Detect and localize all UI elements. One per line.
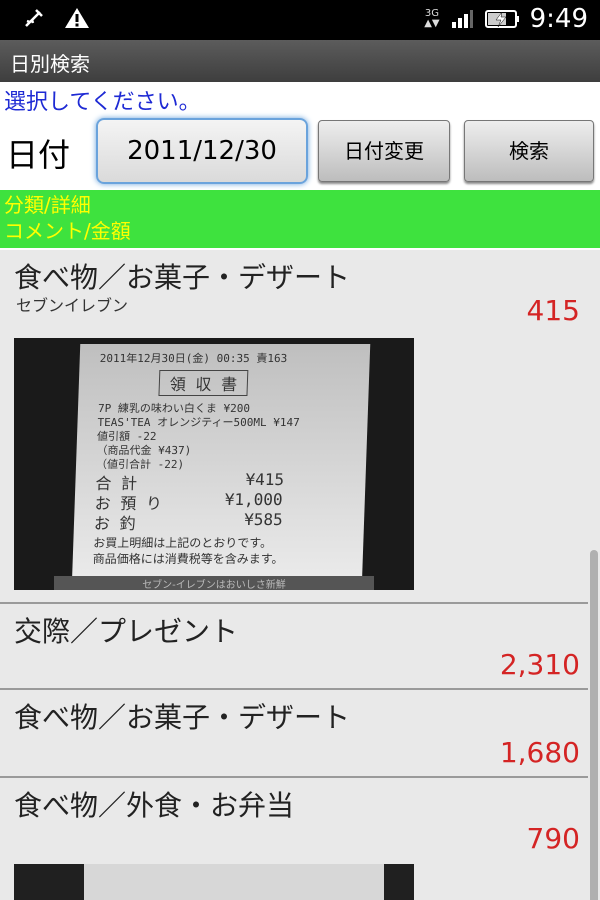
date-field[interactable]: 2011/12/30 [96,118,308,184]
list-scrollbar[interactable] [590,550,598,900]
network-3g-icon: 3G ▲▼ [424,8,440,29]
receipt-paid: ¥1,000 [224,490,283,509]
app-title: 日別検索 [10,52,90,76]
receipt-note: お買上明細は上記のとおりです。 [93,536,273,550]
list-item[interactable]: 交際／プレゼント 2,310 [0,604,588,690]
receipt-footer: セブン-イレブンはおいしさ新鮮 [54,576,374,590]
receipt-heading: 領 収 書 [158,370,249,396]
clock: 9:49 [529,4,588,34]
list-item[interactable]: 食べ物／お菓子・デザート 1,680 [0,690,588,778]
item-amount: 2,310 [499,648,580,681]
header-line-comment: コメント/金額 [4,219,131,243]
item-category: 食べ物／お菓子・デザート [14,261,351,294]
prompt-text: 選択してください。 [0,82,600,115]
receipt-total: ¥415 [245,470,285,489]
search-button[interactable]: 検索 [464,120,594,182]
signal-icon [451,10,473,28]
battery-charging-icon [484,10,519,28]
app-title-bar: 日別検索 [0,40,600,82]
item-category: 食べ物／外食・お弁当 [14,789,295,822]
receipt-note: 商品価格には消費税等を含みます。 [92,552,284,566]
entry-list[interactable]: 食べ物／お菓子・デザート セブンイレブン 415 2011年12月30日(金) … [0,250,600,900]
receipt-paper [84,864,384,900]
date-label: 日付 [6,136,71,174]
item-category: 交際／プレゼント [14,615,239,648]
item-amount: 415 [526,294,580,327]
receipt-photo[interactable] [14,864,414,900]
status-bar: 3G ▲▼ 9:49 [0,0,600,40]
change-date-button[interactable]: 日付変更 [318,120,450,182]
item-comment: セブンイレブン [16,296,129,315]
date-row: 日付 2011/12/30 日付変更 検索 [0,114,600,188]
item-amount: 790 [526,822,580,855]
list-item[interactable]: 食べ物／お菓子・デザート セブンイレブン 415 2011年12月30日(金) … [0,250,588,604]
receipt-change: ¥585 [243,510,283,529]
receipt-paper: 2011年12月30日(金) 00:35 責163 領 収 書 7P 練乳の味わ… [71,344,371,588]
list-item[interactable]: 食べ物／外食・お弁当 790 [0,778,588,900]
receipt-photo[interactable]: 2011年12月30日(金) 00:35 責163 領 収 書 7P 練乳の味わ… [14,338,414,590]
receipt-change-label: お 釣 [93,514,136,533]
item-amount: 1,680 [499,736,580,769]
list-header: 分類/詳細 コメント/金額 [0,190,600,248]
receipt-date: 2011年12月30日(金) 00:35 責163 [99,352,288,365]
usb-debug-icon [25,9,43,27]
warning-icon [65,8,89,28]
item-category: 食べ物／お菓子・デザート [14,701,351,734]
header-line-category: 分類/詳細 [4,193,91,217]
